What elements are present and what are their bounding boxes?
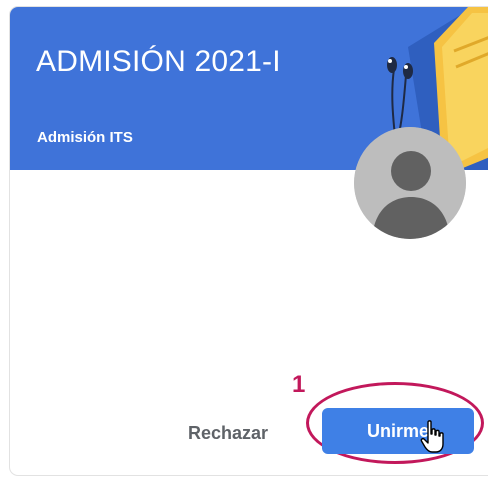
step-number-annotation: 1 xyxy=(292,371,306,398)
join-button[interactable]: Unirme xyxy=(322,408,474,454)
avatar xyxy=(354,127,466,239)
person-silhouette-icon xyxy=(354,127,466,239)
decline-button[interactable]: Rechazar xyxy=(168,415,288,451)
hand-pointer-icon xyxy=(420,420,444,453)
class-title: ADMISIÓN 2021-I xyxy=(36,45,281,78)
class-section: Admisión ITS xyxy=(37,129,133,146)
class-invitation-card: ADMISIÓN 2021-I Admisión ITS 1 Rechazar … xyxy=(9,6,488,476)
